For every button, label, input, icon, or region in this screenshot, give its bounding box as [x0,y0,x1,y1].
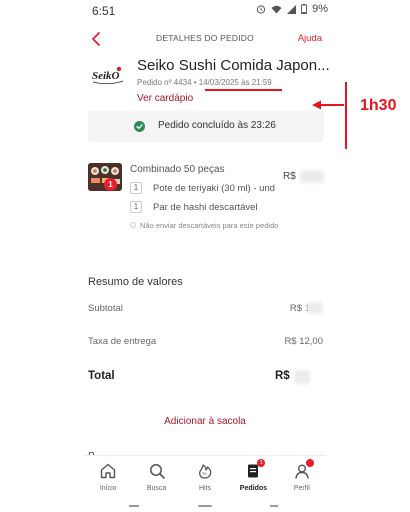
nav-label: Pedidos [239,485,268,492]
status-bar: 6:51 9% [0,0,410,22]
addon-name: Par de hashi descartável [153,202,258,213]
total-label: Total [88,370,115,382]
nav-label: Perfil [293,485,310,492]
order-meta: Pedido nº 4434 • 14/03/2025 às 21:59 [137,78,272,87]
delivery-fee-label: Taxa de entrega [88,336,157,347]
header: DETALHES DO PEDIDO Ajuda [0,28,410,50]
item-quantity-badge: 1 [104,178,117,191]
nav-item-orders[interactable]: 1 Pedidos [229,456,277,500]
view-menu-link[interactable]: Ver cardápio [137,93,193,104]
nav-label: Início [99,485,117,492]
annotation-underline-order-date [205,89,282,91]
home-icon [101,463,116,479]
bottom-nav: Início Busca % Hits 1 Pedidos Perfil [84,455,326,499]
store-logo: SeikO [92,66,124,85]
nav-item-hits[interactable]: % Hits [181,456,229,500]
delivery-fee-value: R$ 12,00 [284,336,323,347]
addon-qty: 1 [130,201,142,213]
annotation-arrow-icon [312,100,321,110]
disposable-note: Não enviar descartáveis para este pedido [140,221,279,230]
summary-title: Resumo de valores [88,276,183,288]
nav-label: Hits [198,485,212,492]
help-link[interactable]: Ajuda [298,33,322,44]
alarm-icon [256,5,266,14]
store-logo-text: SeikO [92,70,120,82]
total-redacted [294,370,310,384]
order-status-box: Pedido concluído às 23:26 [88,111,324,142]
annotation-duration: 1h30 [360,97,397,114]
check-circle-icon [134,121,145,132]
search-icon [149,464,165,479]
item-name: Combinado 50 peças [130,164,225,175]
total-value: R$ [275,370,290,382]
status-icons: 9% [256,3,328,15]
nav-item-search[interactable]: Busca [132,456,180,500]
order-status-text: Pedido concluído às 23:26 [158,120,276,131]
nav-label: Busca [146,485,167,492]
battery-level: 9% [312,3,328,15]
store-name: Seiko Sushi Comida Japon... [137,57,330,74]
subtotal-redacted [307,302,323,314]
svg-text:%: % [202,471,206,476]
add-to-cart-button[interactable]: Adicionar à sacola [0,416,410,427]
home-gesture-icon[interactable] [198,505,212,507]
system-navigation-bar [84,499,326,512]
nav-item-home[interactable]: Início [84,456,132,500]
addon-name: Pote de teriyaki (30 ml) - und [153,183,275,194]
recent-apps-icon[interactable] [129,505,139,507]
hits-icon: % [199,464,212,479]
nav-item-profile[interactable]: Perfil [278,456,326,500]
signal-icon [287,4,297,14]
page-title: DETALHES DO PEDIDO [156,33,254,43]
back-gesture-icon[interactable] [270,505,278,507]
profile-notification-dot [305,459,314,467]
subtotal-label: Subtotal [88,303,123,314]
wifi-icon [271,5,282,13]
item-price: R$ [283,171,296,182]
battery-icon [301,4,308,14]
disposable-radio [130,222,136,228]
addon-qty: 1 [130,182,142,194]
orders-badge: 1 [257,459,266,467]
item-price-redacted [300,170,324,183]
status-time: 6:51 [92,4,116,18]
annotation-vertical-line [345,82,347,149]
